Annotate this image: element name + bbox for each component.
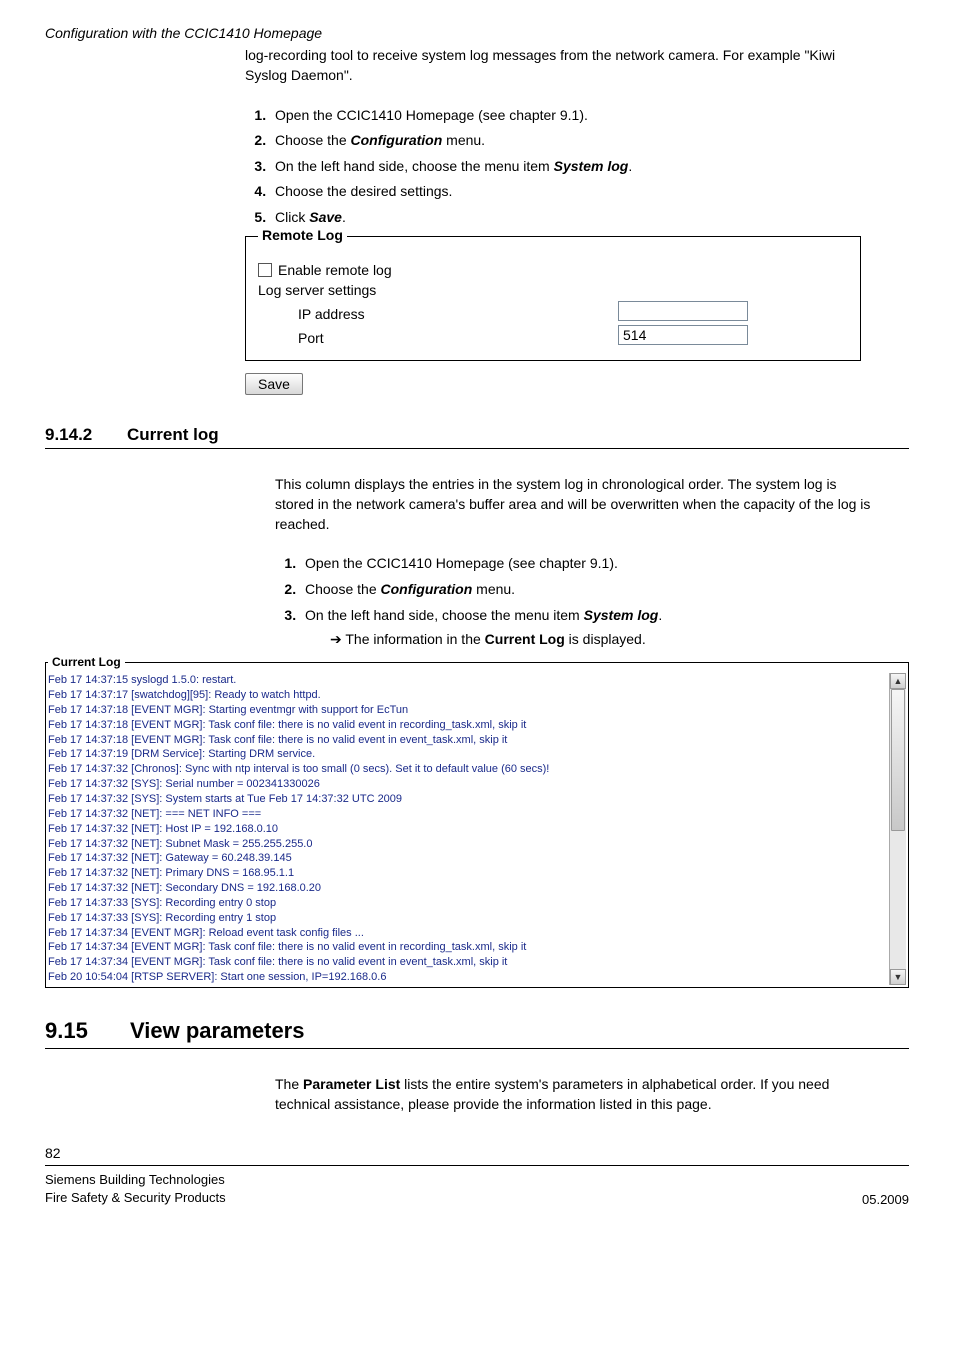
result-text: ➔ The information in the xyxy=(330,631,485,647)
step-item: Choose the Configuration menu. xyxy=(300,580,879,600)
footer-company-1: Siemens Building Technologies xyxy=(45,1171,226,1189)
page-number: 82 xyxy=(45,1145,909,1161)
section-title: Current log xyxy=(127,425,219,445)
menu-name: Configuration xyxy=(381,581,473,597)
step-text: Click xyxy=(275,209,309,225)
section-number: 9.15 xyxy=(45,1018,130,1044)
menu-item-name: System log xyxy=(554,158,629,174)
step-text: On the left hand side, choose the menu i… xyxy=(275,158,554,174)
section-heading-view-parameters: 9.15 View parameters xyxy=(45,1018,909,1049)
step-item: On the left hand side, choose the menu i… xyxy=(300,606,879,626)
step-text: . xyxy=(628,158,632,174)
enable-remote-log-label: Enable remote log xyxy=(278,262,392,278)
intro-text: The xyxy=(275,1076,303,1092)
scroll-up-icon[interactable]: ▲ xyxy=(890,673,906,689)
step-item: Click Save. xyxy=(270,208,879,228)
footer-company-2: Fire Safety & Security Products xyxy=(45,1189,226,1207)
result-line: ➔ The information in the Current Log is … xyxy=(330,631,879,648)
step-text: ). xyxy=(609,555,618,571)
step-item: On the left hand side, choose the menu i… xyxy=(270,157,879,177)
scrollbar[interactable]: ▲ ▼ xyxy=(889,673,906,985)
step-text: . xyxy=(658,607,662,623)
result-text: is displayed. xyxy=(565,631,646,647)
view-parameters-intro: The Parameter List lists the entire syst… xyxy=(275,1074,879,1115)
step-text: Choose the xyxy=(305,581,381,597)
scroll-down-icon[interactable]: ▼ xyxy=(890,969,906,985)
port-input[interactable] xyxy=(618,325,748,345)
scroll-track[interactable] xyxy=(890,689,906,969)
enable-remote-log-checkbox[interactable] xyxy=(258,263,272,277)
current-log-panel: Current Log Feb 17 14:37:15 syslogd 1.5.… xyxy=(45,662,909,988)
step-item: Open the CCIC1410 Homepage (see chapter … xyxy=(270,106,879,126)
footer-date: 05.2009 xyxy=(862,1192,909,1207)
step-text: Open the CCIC1410 Homepage (see chapter xyxy=(305,555,590,571)
steps-list-2: Open the CCIC1410 Homepage (see chapter … xyxy=(275,554,879,625)
step-text: . xyxy=(342,209,346,225)
current-log-intro: This column displays the entries in the … xyxy=(275,474,879,535)
port-label: Port xyxy=(258,330,618,346)
ip-address-input[interactable] xyxy=(618,301,748,321)
step-text: Choose the xyxy=(275,132,351,148)
menu-item-name: System log xyxy=(584,607,659,623)
ip-address-label: IP address xyxy=(258,306,618,322)
menu-name: Configuration xyxy=(351,132,443,148)
chapter-ref: 9.1 xyxy=(560,107,579,123)
page-header: Configuration with the CCIC1410 Homepage xyxy=(45,25,909,41)
current-log-legend: Current Log xyxy=(48,655,125,669)
step-text: menu. xyxy=(442,132,485,148)
chapter-ref: 9.1 xyxy=(590,555,609,571)
step-text: Open the CCIC1410 Homepage (see chapter xyxy=(275,107,560,123)
remote-log-fieldset: Remote Log Enable remote log Log server … xyxy=(245,236,861,361)
section-number: 9.14.2 xyxy=(45,425,127,445)
step-item: Open the CCIC1410 Homepage (see chapter … xyxy=(300,554,879,574)
step-item: Choose the Configuration menu. xyxy=(270,131,879,151)
parameter-list-bold: Parameter List xyxy=(303,1076,400,1092)
save-button[interactable]: Save xyxy=(245,373,303,395)
enable-remote-log-row: Enable remote log xyxy=(258,261,848,278)
section-heading-current-log: 9.14.2 Current log xyxy=(45,425,909,449)
log-server-settings-label: Log server settings xyxy=(258,282,848,298)
steps-list-1: Open the CCIC1410 Homepage (see chapter … xyxy=(245,106,879,228)
page-footer: 82 Siemens Building Technologies Fire Sa… xyxy=(45,1145,909,1207)
step-text: On the left hand side, choose the menu i… xyxy=(305,607,584,623)
button-name: Save xyxy=(309,209,342,225)
step-text: ). xyxy=(579,107,588,123)
result-bold: Current Log xyxy=(485,631,565,647)
intro-text: log-recording tool to receive system log… xyxy=(245,45,879,86)
step-item: Choose the desired settings. xyxy=(270,182,879,202)
section-title: View parameters xyxy=(130,1018,304,1044)
step-text: menu. xyxy=(472,581,515,597)
scroll-thumb[interactable] xyxy=(891,689,905,831)
remote-log-legend: Remote Log xyxy=(258,227,347,243)
current-log-text: Feb 17 14:37:15 syslogd 1.5.0: restart. … xyxy=(48,673,889,985)
